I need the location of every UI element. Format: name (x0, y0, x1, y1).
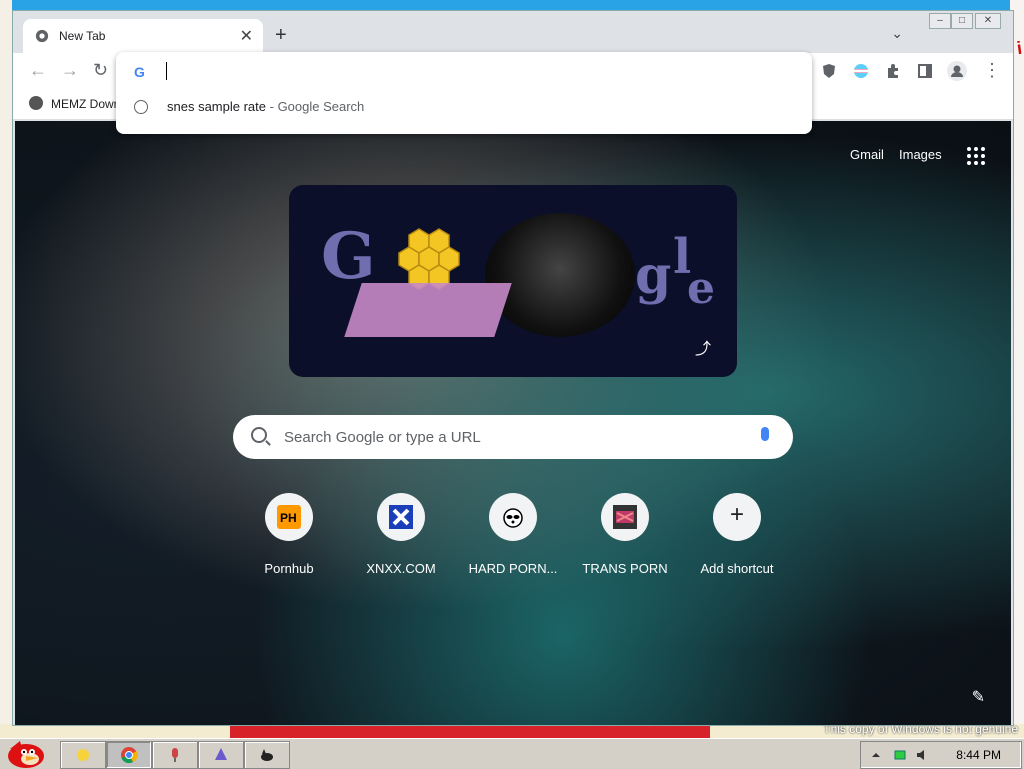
tab-title: New Tab (59, 29, 106, 43)
svg-text:PH: PH (280, 511, 297, 525)
xnxx-icon (389, 505, 413, 529)
new-tab-page: Gmail Images G g l e ⤴ Search Google or … (15, 121, 1011, 725)
trans-porn-icon (613, 505, 637, 529)
reload-button[interactable]: ↻ (93, 61, 108, 79)
forward-button[interactable]: → (61, 61, 79, 79)
ntp-search-box[interactable]: Search Google or type a URL (233, 415, 793, 459)
clock: 8:44 PM (956, 748, 1001, 762)
search-placeholder: Search Google or type a URL (284, 429, 481, 446)
text-caret (166, 62, 167, 80)
doodle-letter-e: e (687, 263, 715, 314)
taskbar-task[interactable] (244, 741, 290, 769)
shortcut-label: HARD PORN... (468, 561, 558, 576)
shortcut-label: Add shortcut (700, 561, 774, 576)
globe-icon (29, 96, 43, 110)
taskbar: 8:44 PM (0, 738, 1024, 769)
new-tab-button[interactable]: + (275, 25, 287, 45)
shortcut-label: Pornhub (264, 561, 314, 576)
tab-close-icon[interactable]: ✕ (240, 26, 253, 46)
omnibox-suggestion[interactable]: snes sample rate - Google Search (116, 92, 812, 124)
ph-icon: PH (277, 505, 301, 529)
galaxy-image (485, 213, 635, 337)
omnibox-dropdown: G snes sample rate - Google Search (116, 52, 812, 134)
taskbar-task-chrome[interactable] (106, 741, 152, 769)
sunshield-shape (344, 283, 512, 337)
share-icon[interactable]: ⤴ (695, 335, 711, 359)
address-bar-input[interactable] (166, 60, 770, 84)
system-tray: 8:44 PM (860, 741, 1022, 769)
bookmark-item[interactable]: MEMZ Down (29, 96, 120, 111)
shortcut-tile[interactable]: XNXX.COM (345, 493, 457, 583)
suggestion-separator: - (266, 99, 278, 114)
shortcut-icon-circle: + (713, 493, 761, 541)
suggestion-text: snes sample rate - Google Search (167, 99, 364, 114)
taskbar-task[interactable] (152, 741, 198, 769)
tab-new-tab[interactable]: New Tab ✕ (23, 19, 263, 53)
shortcut-tile[interactable]: HARD PORN... (457, 493, 569, 583)
history-clock-icon (134, 100, 148, 114)
profile-icon[interactable] (947, 61, 967, 81)
shortcut-icon-circle (489, 493, 537, 541)
shortcut-tile[interactable]: PH Pornhub (233, 493, 345, 583)
cat-app-icon (261, 749, 273, 761)
taskbar-task[interactable] (198, 741, 244, 769)
start-button-angry-bird-icon[interactable] (2, 739, 50, 769)
images-link[interactable]: Images (899, 147, 942, 162)
menu-icon[interactable]: ⋮ (983, 61, 1001, 79)
plus-icon: + (729, 501, 744, 528)
suggestion-query: snes sample rate (167, 99, 266, 114)
side-panel-icon[interactable] (917, 63, 933, 79)
sun-app-icon (77, 749, 89, 761)
gmail-link[interactable]: Gmail (850, 147, 884, 162)
back-button[interactable]: ← (29, 61, 47, 79)
chrome-icon (121, 747, 138, 764)
tab-search-icon[interactable]: ⌄ (891, 25, 903, 42)
volume-icon[interactable] (915, 748, 929, 762)
suggestion-engine: Google Search (277, 99, 365, 114)
ublock-icon[interactable] (821, 63, 837, 79)
raccoon-icon (503, 508, 523, 528)
desktop-left-strip (0, 0, 12, 740)
doodle-letter-g2: g (635, 245, 672, 306)
bird-app-icon (215, 748, 227, 760)
puzzle-extension-icon[interactable] (885, 63, 901, 79)
shortcut-icon-circle (601, 493, 649, 541)
apps-grid-icon[interactable] (967, 147, 985, 165)
customize-pencil-icon[interactable]: ✎ (972, 687, 985, 707)
desktop-bottom-red (230, 726, 710, 738)
microphone-app-icon (172, 748, 178, 762)
shortcut-icon-circle: PH (265, 493, 313, 541)
microphone-icon[interactable] (761, 427, 769, 441)
pride-extension-icon[interactable] (853, 63, 869, 79)
shortcut-label: TRANS PORN (582, 561, 668, 576)
bookmark-label: MEMZ Down (51, 97, 121, 111)
shortcut-icon-circle (377, 493, 425, 541)
taskbar-task[interactable] (60, 741, 106, 769)
chrome-icon (35, 29, 49, 43)
tab-strip: New Tab ✕ + ⌄ – □ ✕ (13, 11, 1013, 53)
search-icon (251, 427, 267, 443)
google-g-icon: G (134, 64, 145, 80)
add-shortcut-tile[interactable]: + Add shortcut (681, 493, 793, 583)
maximize-button[interactable]: □ (951, 13, 973, 29)
close-window-button[interactable]: ✕ (975, 13, 1001, 29)
tray-arrow-icon[interactable] (869, 748, 883, 762)
google-doodle[interactable]: G g l e ⤴ (289, 185, 737, 377)
network-icon[interactable] (893, 748, 907, 762)
shortcut-label: XNXX.COM (366, 561, 436, 576)
shortcut-tile[interactable]: TRANS PORN (569, 493, 681, 583)
minimize-button[interactable]: – (929, 13, 951, 29)
